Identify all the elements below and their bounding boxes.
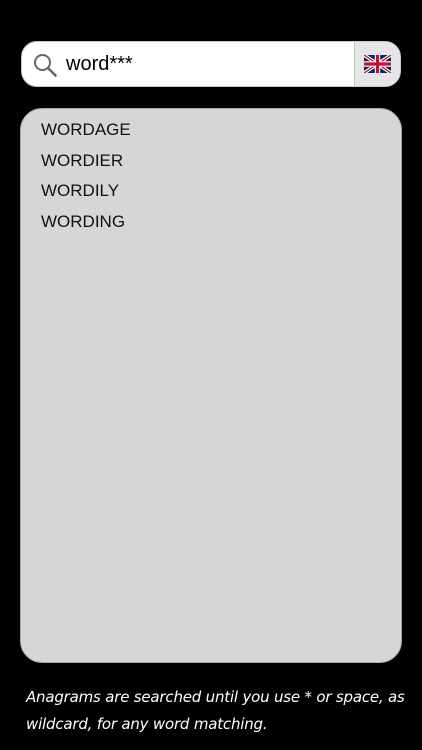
uk-flag-icon [364,55,391,73]
result-item[interactable]: WORDIER [21,146,401,177]
hint-text: Anagrams are searched until you use * or… [26,688,405,733]
language-button[interactable] [354,42,400,86]
result-item[interactable]: WORDILY [21,176,401,207]
results-panel: WORDAGE WORDIER WORDILY WORDING [20,108,402,663]
search-icon [32,52,58,78]
search-bar [21,41,401,87]
results-list: WORDAGE WORDIER WORDILY WORDING [21,109,401,237]
result-item[interactable]: WORDING [21,207,401,238]
search-input[interactable] [66,48,348,80]
result-item[interactable]: WORDAGE [21,115,401,146]
